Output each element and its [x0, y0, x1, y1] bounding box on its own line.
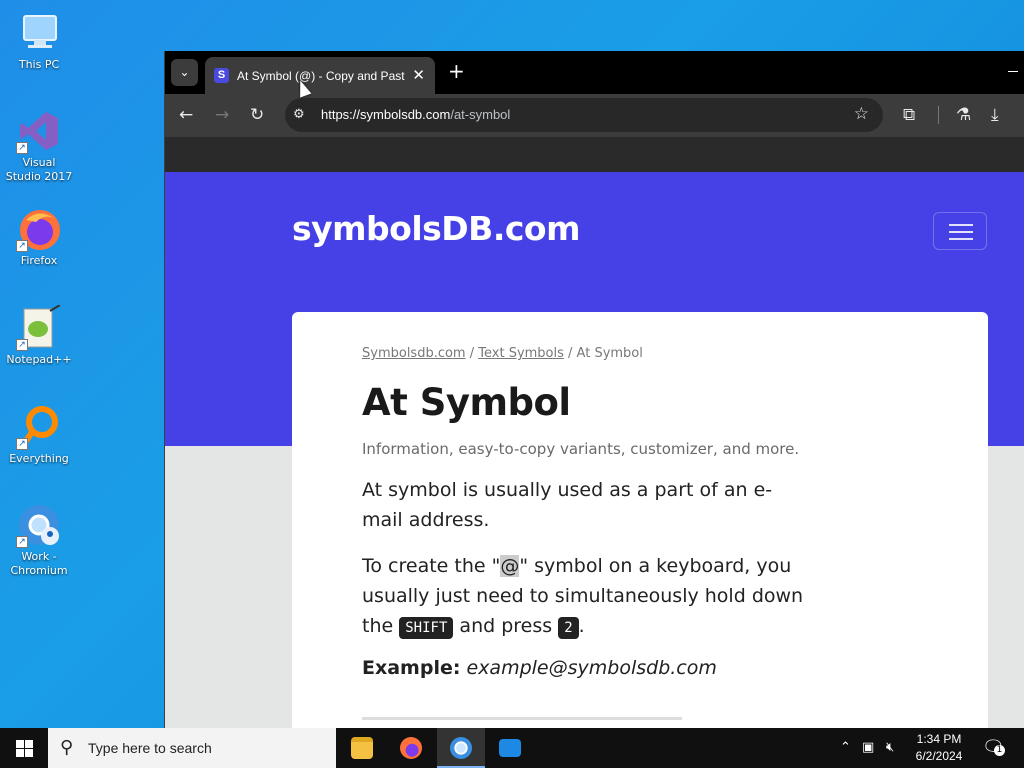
shortcut-arrow-icon: ↗ [16, 240, 28, 252]
desktop-icon-work-chromium[interactable]: ↗ Work - Chromium [0, 502, 78, 578]
breadcrumb-separator: / [563, 346, 577, 361]
howto-paragraph: To create the "@" symbol on a keyboard, … [362, 551, 812, 643]
labs-flask-icon[interactable]: ⚗ [956, 105, 971, 125]
tab-active[interactable]: S At Symbol (@) - Copy and Paste ✕ [205, 57, 435, 94]
address-bar[interactable]: ⚙ https://symbolsdb.com/at-symbol ☆ [285, 98, 883, 132]
visual-studio-icon: ↗ [16, 108, 62, 154]
page-title: At Symbol [362, 381, 571, 424]
favicon-icon: S [214, 68, 229, 83]
desktop-icon-everything[interactable]: ↗ Everything [0, 404, 78, 466]
bookmark-star-icon[interactable]: ☆ [854, 104, 869, 124]
tab-title: At Symbol (@) - Copy and Paste [237, 69, 405, 83]
browser-toolbar: ← → ↻ ⚙ https://symbolsdb.com/at-symbol … [165, 94, 1024, 137]
desktop-icon-label: This PC [18, 58, 60, 71]
chromium-icon [450, 737, 472, 759]
search-icon: ⚲ [60, 737, 74, 758]
example-label: Example: [362, 657, 461, 679]
back-button[interactable]: ← [179, 105, 193, 125]
search-placeholder: Type here to search [88, 740, 212, 756]
desktop-icon-label: Notepad++ [6, 353, 72, 366]
volume-muted-icon[interactable]: 🔇︎ [886, 740, 894, 755]
desktop-icon-label: Firefox [20, 254, 58, 267]
show-hidden-icons-icon[interactable]: ⌃ [840, 740, 851, 755]
mail-icon [499, 739, 521, 757]
firefox-icon: ↗ [16, 206, 62, 252]
taskbar-chromium[interactable] [437, 728, 485, 768]
breadcrumb-section-link[interactable]: Text Symbols [478, 346, 564, 361]
desktop-icon-notepad-plus-plus[interactable]: ↗ Notepad++ [0, 304, 78, 367]
taskbar-file-explorer[interactable] [338, 728, 386, 768]
desktop-icon-label: Everything [9, 452, 69, 465]
taskbar-mail[interactable] [486, 728, 534, 768]
breadcrumb-separator: / [465, 346, 479, 361]
desktop-icon-this-pc[interactable]: This PC [0, 10, 78, 72]
breadcrumb: Symbolsdb.com / Text Symbols / At Symbol [362, 346, 918, 361]
chromium-icon: ↗ [16, 502, 62, 548]
site-logo[interactable]: symbolsDB.com [292, 209, 581, 248]
download-icon[interactable]: ⤓ [991, 105, 999, 125]
taskbar-search-box[interactable]: ⚲ Type here to search [48, 728, 336, 768]
breadcrumb-home-link[interactable]: Symbolsdb.com [362, 346, 466, 361]
desktop-icon-label: Work - Chromium [10, 550, 68, 577]
example-value: example@symbolsdb.com [466, 657, 717, 679]
desktop-icon-firefox[interactable]: ↗ Firefox [0, 206, 78, 268]
example-line: Example: example@symbolsdb.com [362, 657, 918, 679]
at-symbol-highlight[interactable]: @ [500, 555, 520, 577]
breadcrumb-current: At Symbol [576, 346, 643, 361]
shortcut-arrow-icon: ↗ [16, 339, 28, 351]
howto-text: To create the " [362, 555, 501, 577]
taskbar: ⚲ Type here to search ⌃ ▣ 🔇︎ 1:34 PM 6/2… [0, 728, 1024, 768]
intro-paragraph: At symbol is usually used as a part of a… [362, 479, 773, 531]
page-subtitle: Information, easy-to-copy variants, cust… [362, 440, 800, 458]
site-settings-icon[interactable]: ⚙ [293, 107, 305, 122]
tab-strip: ⌄ S At Symbol (@) - Copy and Paste ✕ + [165, 51, 1024, 94]
new-tab-button[interactable]: + [448, 60, 465, 82]
shortcut-arrow-icon: ↗ [16, 142, 28, 154]
shortcut-arrow-icon: ↗ [16, 536, 28, 548]
taskbar-firefox[interactable] [387, 728, 435, 768]
network-icon[interactable]: ▣ [862, 740, 874, 755]
url-text: https://symbolsdb.com/at-symbol [321, 107, 511, 122]
howto-text: . [578, 615, 585, 637]
desktop-icon-visual-studio[interactable]: ↗ Visual Studio 2017 [0, 108, 78, 184]
content-card: Symbolsdb.com / Text Symbols / At Symbol… [292, 312, 988, 728]
minimize-button[interactable] [1008, 71, 1018, 72]
clock-date: 6/2/2024 [915, 749, 963, 763]
notepad-plus-plus-icon: ↗ [16, 304, 62, 351]
everything-search-icon: ↗ [16, 404, 62, 450]
computer-icon [16, 10, 62, 56]
shift-key-badge: SHIFT [399, 617, 454, 639]
toolbar-divider [938, 106, 939, 124]
tab-search-button[interactable]: ⌄ [171, 59, 198, 86]
folder-icon [351, 737, 373, 759]
clock-time: 1:34 PM [916, 732, 962, 746]
howto-text: and press [453, 615, 559, 637]
notification-center-icon[interactable]: 🗨︎1 [982, 737, 1005, 758]
reload-button[interactable]: ↻ [250, 105, 264, 125]
web-page: symbolsDB.com Symbolsdb.com / Text Symbo… [165, 172, 1024, 728]
two-key-badge: 2 [558, 617, 579, 639]
notification-count: 1 [994, 745, 1005, 756]
extensions-icon[interactable]: ⧉ [903, 105, 915, 125]
desktop-icon-label: Visual Studio 2017 [5, 156, 73, 183]
firefox-icon [400, 737, 422, 759]
forward-button[interactable]: → [215, 105, 229, 125]
menu-toggle-button[interactable] [933, 212, 987, 250]
shortcut-arrow-icon: ↗ [16, 438, 28, 450]
close-tab-icon[interactable]: ✕ [412, 66, 425, 84]
start-button[interactable] [0, 728, 48, 768]
clock[interactable]: 1:34 PM 6/2/2024 [908, 731, 970, 765]
browser-window: ⌄ S At Symbol (@) - Copy and Paste ✕ + ←… [164, 51, 1024, 728]
bookmarks-bar [165, 137, 1024, 172]
content-divider [362, 717, 682, 720]
